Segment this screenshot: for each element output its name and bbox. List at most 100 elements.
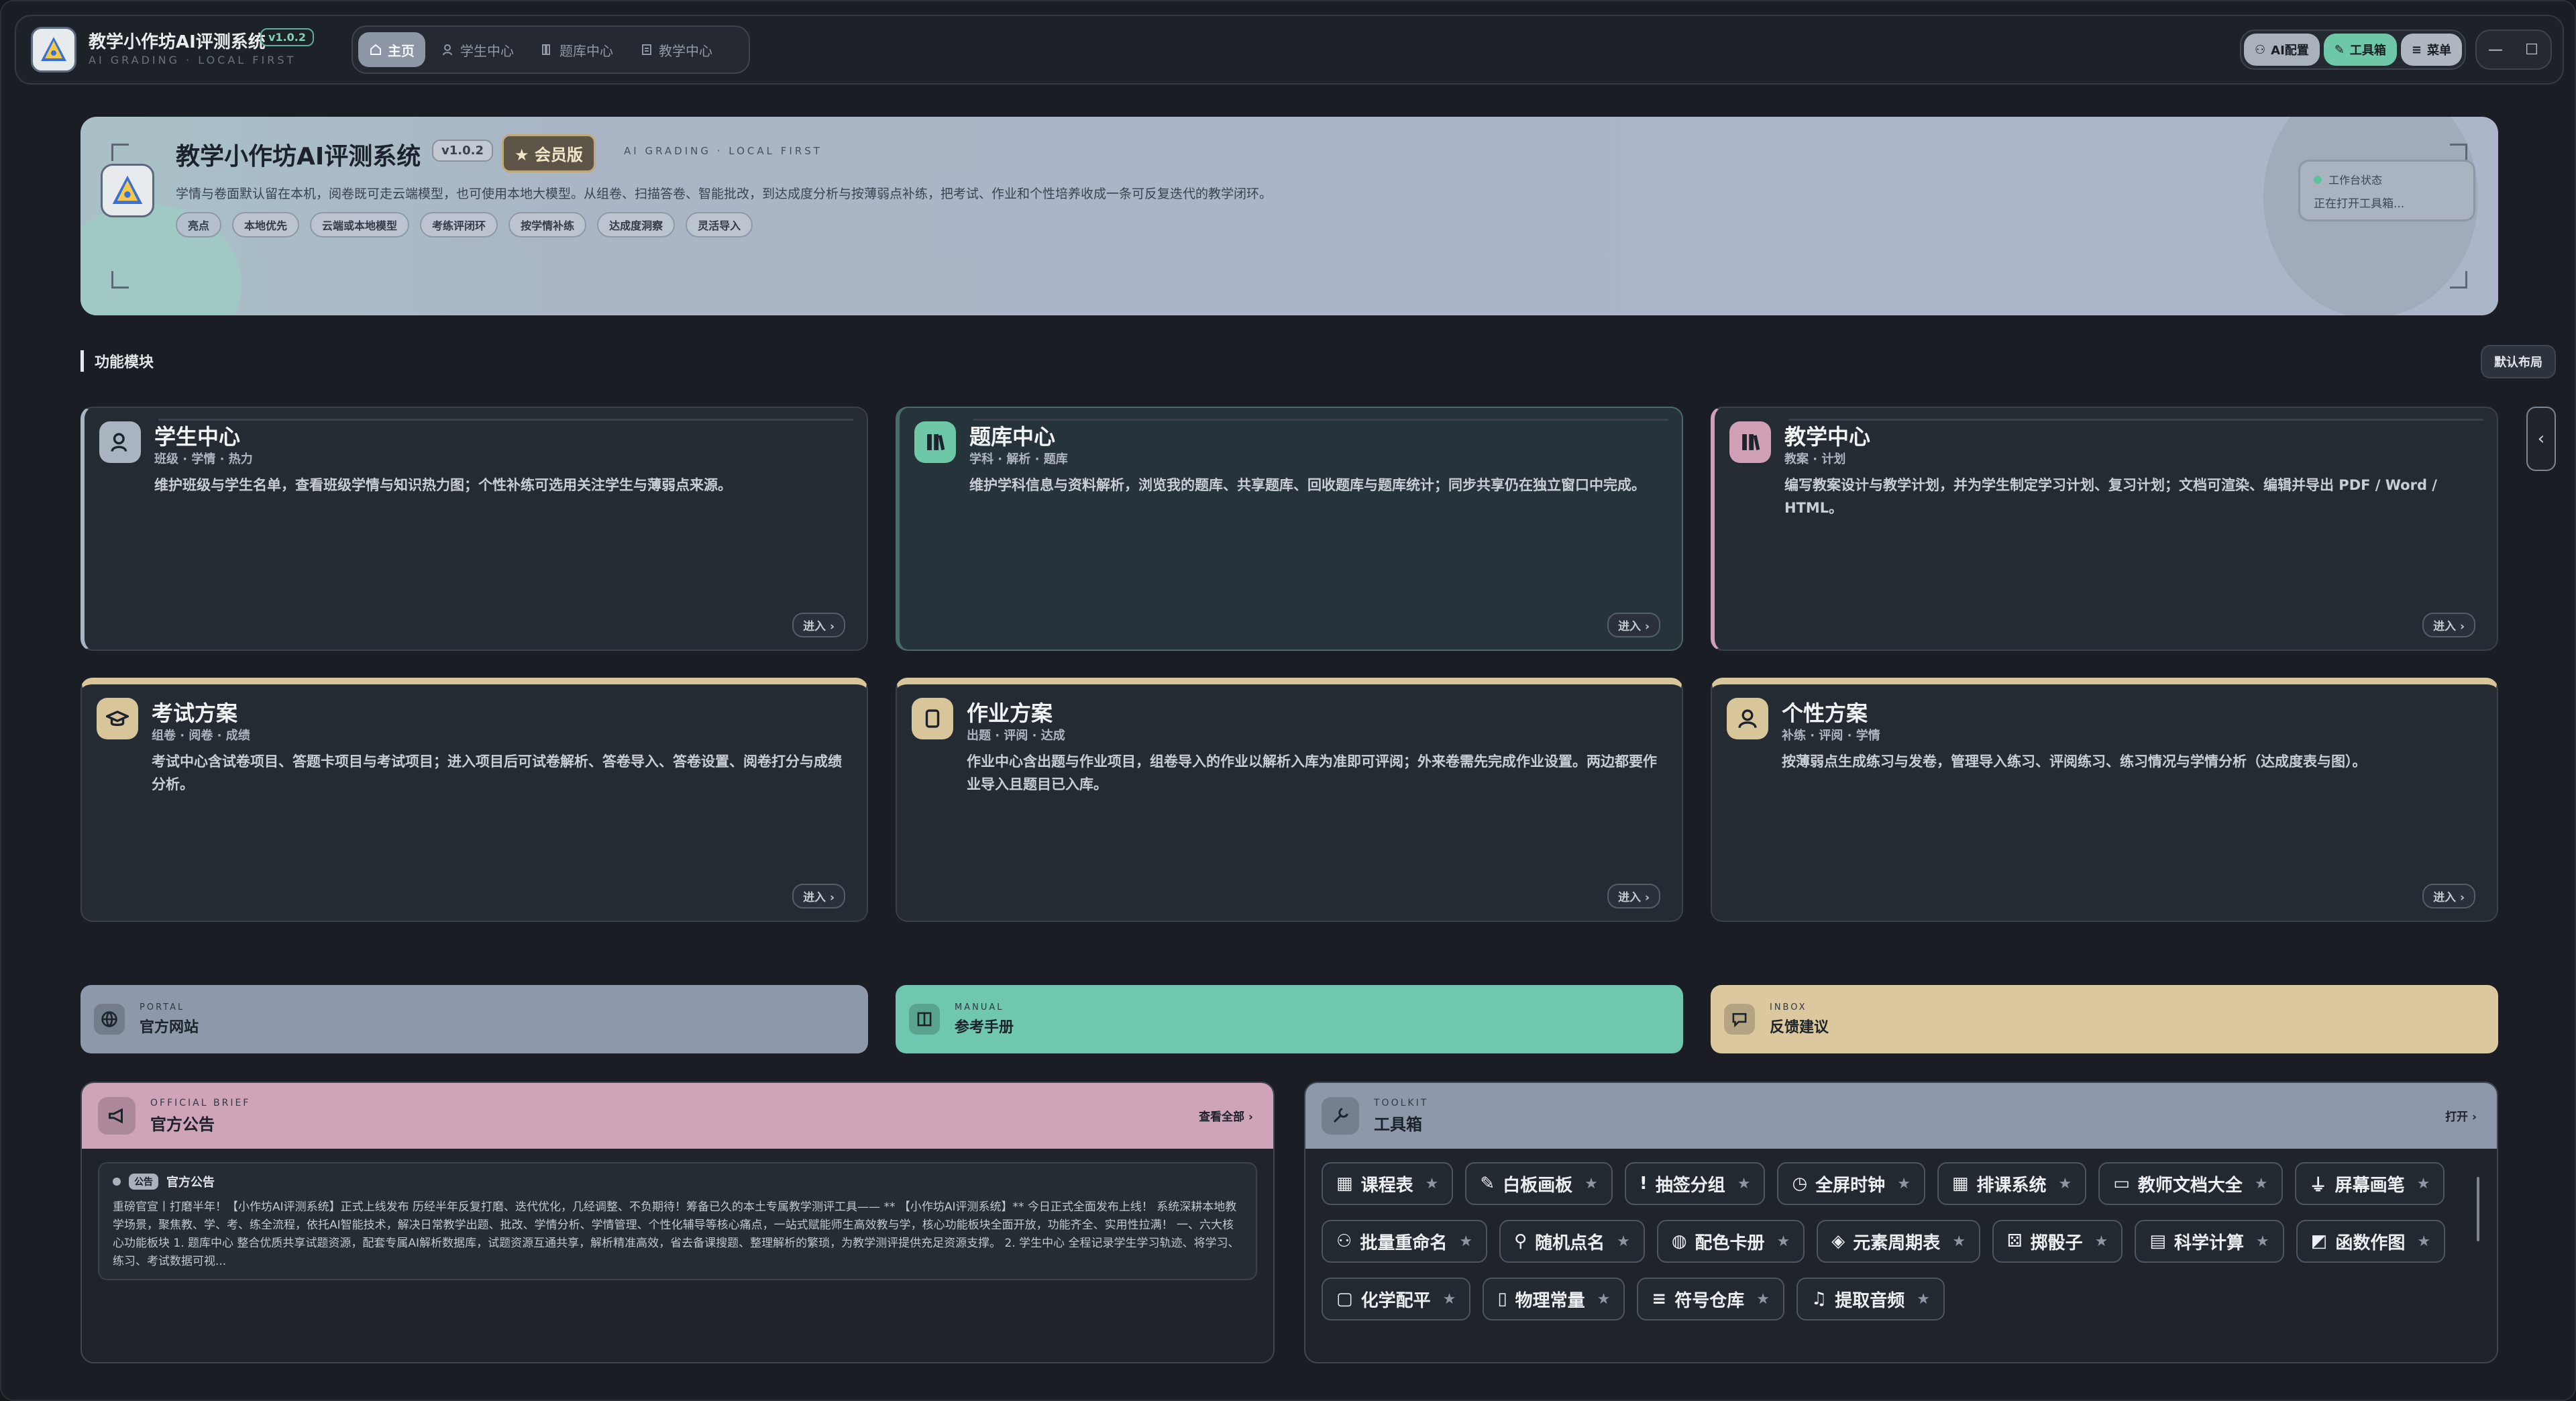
title-bar: 教学小作坊AI评测系统 v1.0.2 AI GRADING · LOCAL FI… [15, 15, 2564, 85]
book-icon [909, 1004, 940, 1035]
module-card-exam-plan[interactable]: 考试方案 组卷 · 阅卷 · 成绩 考试中心含试卷项目、答题卡项目与考试项目；进… [80, 678, 868, 922]
star-icon[interactable]: ★ [2255, 1176, 2268, 1192]
sidebar-toggle-button[interactable]: ‹ [2526, 407, 2556, 471]
view-all-link[interactable]: 查看全部 › [1199, 1107, 1253, 1124]
books-icon [1729, 421, 1771, 463]
tool-button[interactable]: ◈ 元素周期表 ★ [1817, 1220, 1981, 1263]
menu-label: 菜单 [2427, 44, 2451, 58]
hero-tag: 云端或本地模型 [310, 212, 410, 238]
announcement-panel: OFFICIAL BRIEF 官方公告 查看全部 › 公告 官方公告 重磅官宣丨打磨… [80, 1082, 1275, 1363]
enter-button[interactable]: 进入 › [1607, 613, 1660, 637]
star-icon[interactable]: ★ [1459, 1233, 1472, 1250]
star-icon[interactable]: ★ [2417, 1233, 2430, 1250]
enter-button[interactable]: 进入 › [792, 613, 845, 637]
toolbox-open-link[interactable]: 打开 › [2445, 1107, 2477, 1124]
ai-config-button[interactable]: ⚇ AI配置 [2244, 34, 2320, 66]
corner-mark [2450, 271, 2467, 289]
star-icon[interactable]: ★ [1756, 1291, 1770, 1308]
tool-button[interactable]: ≡ 符号仓库 ★ [1637, 1278, 1784, 1320]
enter-button[interactable]: 进入 › [2422, 884, 2475, 909]
manual-link[interactable]: MANUAL 参考手册 [896, 985, 1683, 1053]
chevron-right-icon: › [829, 620, 835, 633]
star-icon[interactable]: ★ [1737, 1176, 1751, 1192]
menu-button[interactable]: ≡ 菜单 [2400, 34, 2462, 66]
nav-student-center[interactable]: 学生中心 [431, 32, 525, 67]
tool-button[interactable]: ◷ 全屏时钟 ★ [1777, 1162, 1925, 1205]
notice-item[interactable]: 公告 官方公告 重磅官宣丨打磨半年！【小作坊AI评测系统】正式上线发布 历经半年反… [98, 1162, 1257, 1280]
toolbox-button[interactable]: ✎ 工具箱 [2323, 34, 2397, 66]
megaphone-icon [98, 1097, 136, 1135]
nav-teaching-center[interactable]: 教学中心 [629, 32, 723, 67]
star-icon[interactable]: ★ [1426, 1176, 1439, 1192]
tool-button[interactable]: ⚄ 掷骰子 ★ [1992, 1220, 2123, 1263]
tool-button[interactable]: ! 抽签分组 ★ [1624, 1162, 1766, 1205]
divider [973, 419, 1668, 421]
portal-link[interactable]: PORTAL 官方网站 [80, 985, 868, 1053]
tool-button[interactable]: ▯ 物理常量 ★ [1483, 1278, 1625, 1320]
tool-button[interactable]: ♫ 提取音频 ★ [1796, 1278, 1945, 1320]
module-description: 维护班级与学生名单，查看班级学情与知识热力图；个性补练可选用关注学生与薄弱点来源… [154, 477, 732, 493]
star-icon[interactable]: ★ [1585, 1176, 1598, 1192]
star-icon[interactable]: ★ [1897, 1176, 1911, 1192]
module-card-question-bank[interactable]: 题库中心 学科 · 解析 · 题库 维护学科信息与资料解析，浏览我的题库、共享题… [896, 407, 1683, 651]
link-label: 参考手册 [955, 1019, 1014, 1036]
tool-button[interactable]: ◩ 函数作图 ★ [2296, 1220, 2446, 1263]
enter-label: 进入 [803, 891, 826, 904]
tool-button[interactable]: ⚇ 批量重命名 ★ [1322, 1220, 1488, 1263]
tool-button[interactable]: ▭ 教师文档大全 ★ [2098, 1162, 2283, 1205]
module-title: 教学中心 [1784, 424, 1871, 450]
pen-icon: ✎ [2334, 42, 2345, 57]
enter-button[interactable]: 进入 › [1607, 884, 1660, 909]
star-icon[interactable]: ★ [1443, 1291, 1456, 1308]
corner-mark [111, 271, 129, 289]
star-icon[interactable]: ★ [2059, 1176, 2072, 1192]
tool-button[interactable]: ◍ 配色卡册 ★ [1656, 1220, 1805, 1263]
feedback-link[interactable]: INBOX 反馈建议 [1711, 985, 2498, 1053]
menu-icon: ≡ [2411, 42, 2422, 57]
enter-button[interactable]: 进入 › [2422, 613, 2475, 637]
pen-icon: ✎ [1480, 1174, 1495, 1194]
person-icon [1727, 698, 1768, 739]
star-icon[interactable]: ★ [1777, 1233, 1790, 1250]
default-layout-button[interactable]: 默认布局 [2481, 345, 2556, 378]
view-all-label: 查看全部 [1199, 1110, 1245, 1124]
corner-mark [111, 144, 129, 161]
star-icon[interactable]: ★ [2417, 1176, 2430, 1192]
star-icon[interactable]: ★ [1617, 1233, 1630, 1250]
star-icon[interactable]: ★ [2095, 1233, 2108, 1250]
module-card-personal-plan[interactable]: 个性方案 补练 · 评阅 · 学情 按薄弱点生成练习与发卷，管理导入练习、评阅练… [1711, 678, 2498, 922]
maximize-button[interactable]: ☐ [2516, 34, 2548, 66]
tool-button[interactable]: ✎ 白板画板 ★ [1465, 1162, 1613, 1205]
module-card-student-center[interactable]: 学生中心 班级 · 学情 · 热力 维护班级与学生名单，查看班级学情与知识热力图… [80, 407, 868, 651]
nav-home[interactable]: 主页 [358, 32, 425, 67]
tool-button[interactable]: ▢ 化学配平 ★ [1322, 1278, 1471, 1320]
enter-label: 进入 [803, 620, 826, 633]
status-dot [2314, 176, 2322, 184]
tool-button[interactable]: ⏚ 屏幕画笔 ★ [2294, 1162, 2445, 1205]
gamepad-icon: ⚄ [2007, 1231, 2023, 1251]
tool-button[interactable]: ▦ 课程表 ★ [1322, 1162, 1454, 1205]
module-card-teaching-center[interactable]: 教学中心 教案 · 计划 编写教案设计与教学计划，并为学生制定学习计划、复习计划… [1711, 407, 2498, 651]
hero-version-badge: v1.0.2 [432, 140, 493, 162]
nav-question-bank[interactable]: 题库中心 [530, 32, 624, 67]
tool-button[interactable]: ▦ 排课系统 ★ [1937, 1162, 2087, 1205]
star-icon[interactable]: ★ [1917, 1291, 1930, 1308]
chip-icon: ▢ [1336, 1289, 1353, 1309]
link-en: MANUAL [955, 1002, 1004, 1013]
announcement-en: OFFICIAL BRIEF [150, 1097, 251, 1108]
tool-button[interactable]: ⚲ 随机点名 ★ [1499, 1220, 1645, 1263]
tool-button[interactable]: ▤ 科学计算 ★ [2135, 1220, 2284, 1263]
star-icon[interactable]: ★ [1597, 1291, 1611, 1308]
minimize-button[interactable]: — [2479, 34, 2512, 66]
star-icon[interactable]: ★ [2256, 1233, 2269, 1250]
audio-icon: ♫ [1811, 1289, 1827, 1309]
enter-button[interactable]: 进入 › [792, 884, 845, 909]
chevron-right-icon: › [1248, 1110, 1253, 1124]
toolbox-scrollbar[interactable] [2477, 1177, 2479, 1241]
chevron-right-icon: › [829, 891, 835, 904]
module-title: 作业方案 [967, 701, 1053, 726]
hero-logo-icon [101, 164, 154, 217]
module-description: 编写教案设计与教学计划，并为学生制定学习计划、复习计划；文档可渲染、编辑并导出 … [1784, 477, 2437, 516]
star-icon[interactable]: ★ [1952, 1233, 1966, 1250]
module-card-homework-plan[interactable]: 作业方案 出题 · 评阅 · 达成 作业中心含出题与作业项目，组卷导入的作业以解… [896, 678, 1683, 922]
